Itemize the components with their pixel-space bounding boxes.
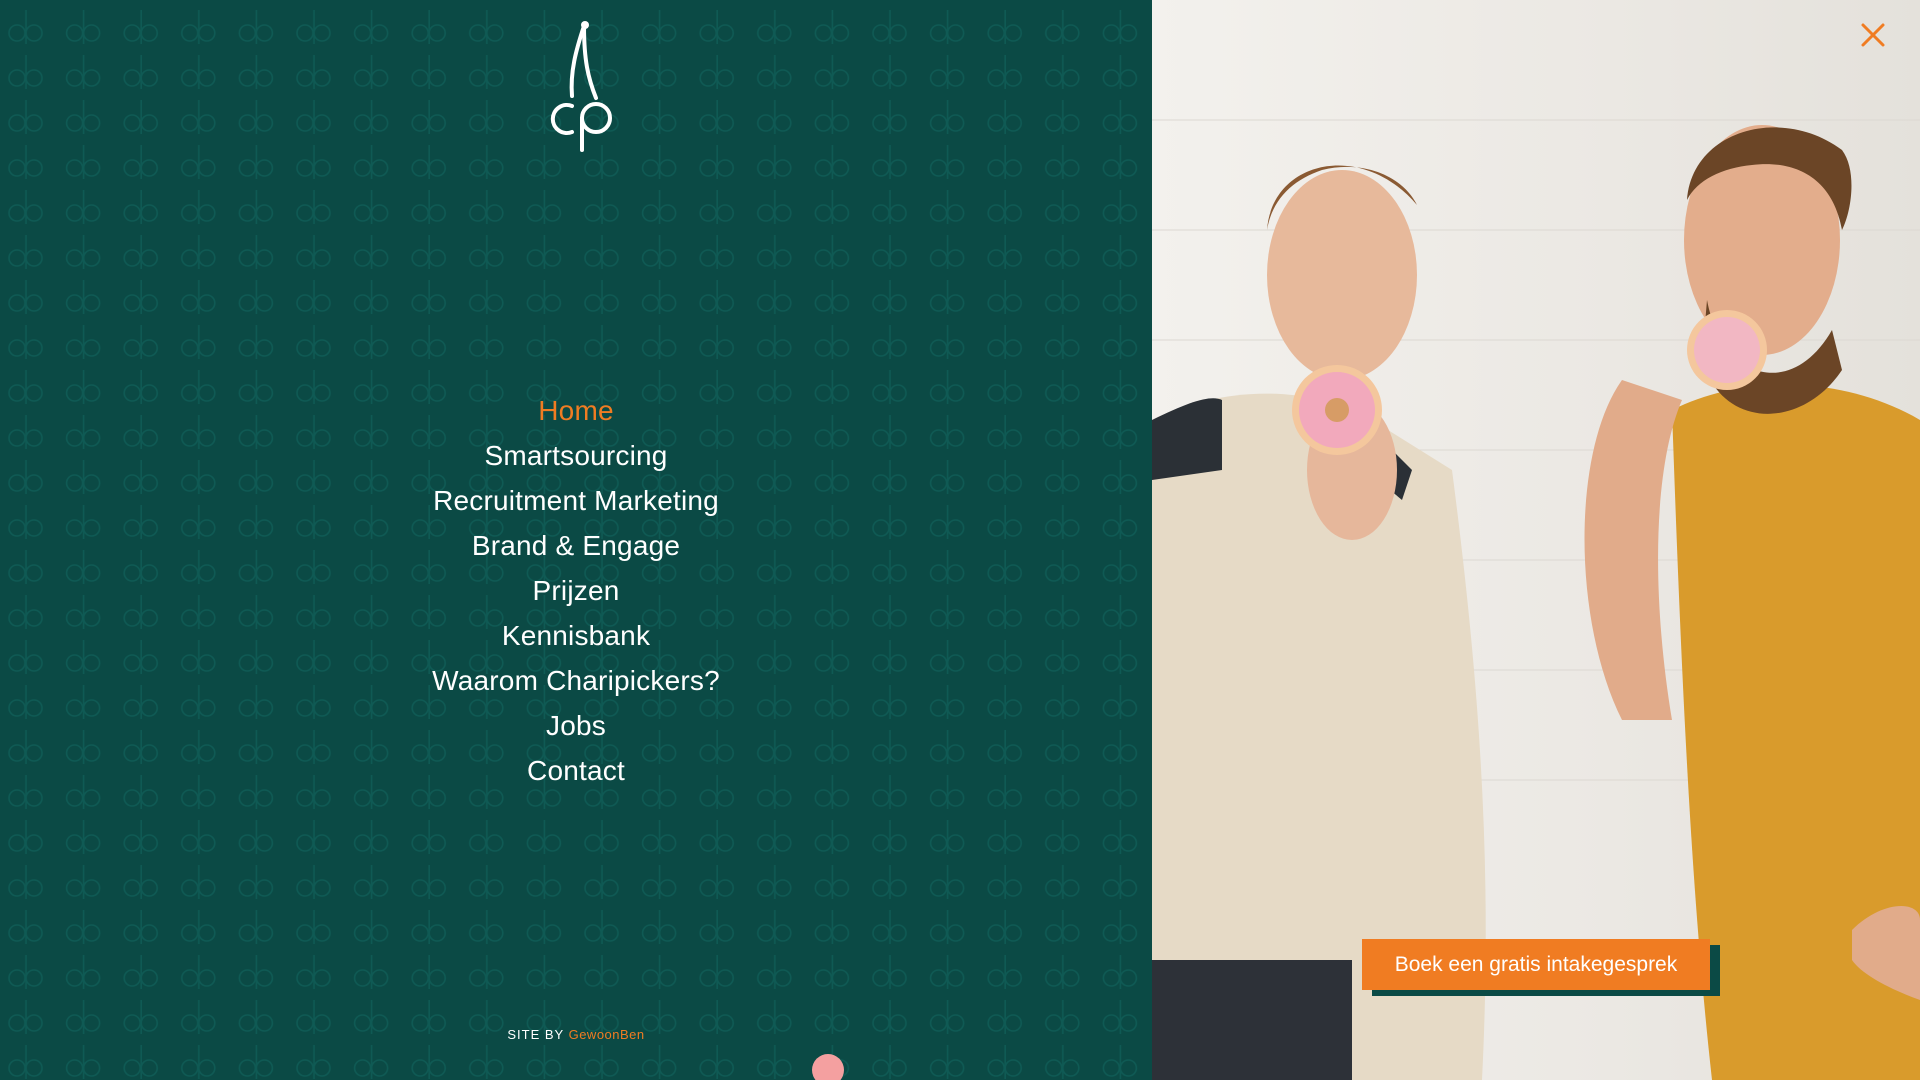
- main-navigation: Home Smartsourcing Recruitment Marketing…: [0, 388, 1152, 793]
- nav-item-waarom-charipickers[interactable]: Waarom Charipickers?: [432, 658, 720, 703]
- cookie-dot[interactable]: [812, 1054, 844, 1080]
- photo-illustration: [1152, 119, 1920, 1080]
- menu-panel: Home Smartsourcing Recruitment Marketing…: [0, 0, 1152, 1080]
- nav-item-kennisbank[interactable]: Kennisbank: [502, 613, 650, 658]
- nav-item-jobs[interactable]: Jobs: [546, 703, 606, 748]
- nav-item-contact[interactable]: Contact: [527, 748, 625, 793]
- nav-item-prijzen[interactable]: Prijzen: [533, 568, 620, 613]
- close-icon[interactable]: [1858, 20, 1888, 50]
- hero-photo: [1152, 0, 1920, 1080]
- site-credit: SITE BY GewoonBen: [0, 1027, 1152, 1042]
- nav-item-home[interactable]: Home: [538, 388, 614, 433]
- credit-link[interactable]: GewoonBen: [569, 1027, 645, 1042]
- nav-item-brand-engage[interactable]: Brand & Engage: [472, 523, 680, 568]
- site-by-label: SITE BY: [507, 1027, 564, 1042]
- nav-item-recruitment-marketing[interactable]: Recruitment Marketing: [433, 478, 719, 523]
- charipickers-logo[interactable]: [526, 20, 626, 152]
- nav-item-smartsourcing[interactable]: Smartsourcing: [484, 433, 667, 478]
- book-intake-button[interactable]: Boek een gratis intakegesprek: [1362, 939, 1710, 990]
